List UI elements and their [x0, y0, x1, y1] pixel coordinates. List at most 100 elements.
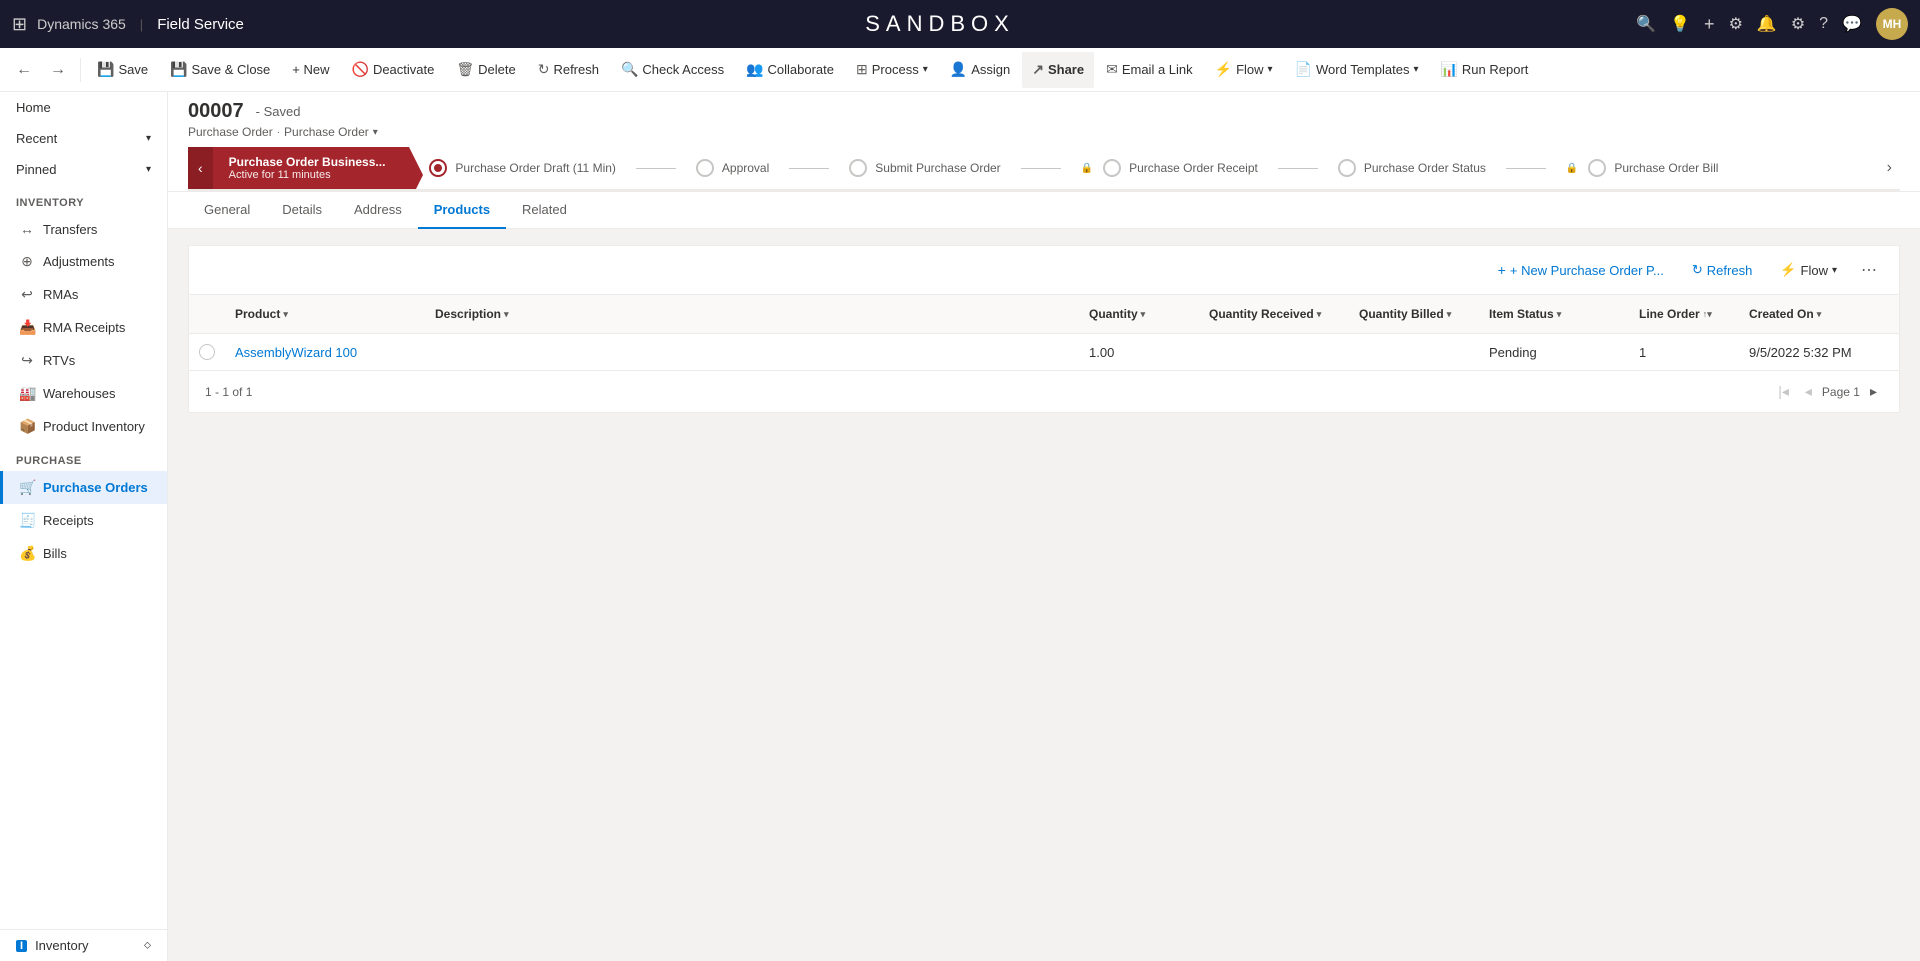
stage-6[interactable]: 🔒 Purchase Order Bill [1546, 151, 1739, 185]
plus-icon[interactable]: + [1704, 14, 1715, 35]
sidebar-item-rmas[interactable]: ↩ RMAs [0, 278, 167, 311]
page-first-button[interactable]: |◂ [1772, 381, 1795, 402]
grid-flow-button[interactable]: ⚡ Flow ▾ [1770, 258, 1847, 282]
deactivate-button[interactable]: 🚫 Deactivate [342, 52, 445, 88]
col-header-qty-received[interactable]: Quantity Received ▾ [1199, 303, 1349, 325]
row-product[interactable]: AssemblyWizard 100 [225, 335, 425, 370]
save-icon: 💾 [97, 61, 114, 78]
help-icon[interactable]: ? [1819, 15, 1828, 33]
col-header-product[interactable]: Product ▾ [225, 303, 425, 325]
sidebar-item-receipts[interactable]: 🧾 Receipts [0, 504, 167, 537]
save-close-button[interactable]: 💾 Save & Close [160, 52, 280, 88]
sandbox-title: SANDBOX [252, 11, 1628, 37]
sidebar-item-purchase-orders[interactable]: 🛒 Purchase Orders [0, 471, 167, 504]
brand-separator: | [140, 17, 143, 32]
sidebar-item-transfers[interactable]: ↔ Transfers [0, 213, 167, 245]
stage-1[interactable]: Purchase Order Draft (11 Min) [409, 151, 636, 185]
back-button[interactable]: ← [8, 57, 40, 83]
sidebar-item-rtvs[interactable]: ↪ RTVs [0, 344, 167, 377]
col-header-quantity[interactable]: Quantity ▾ [1079, 303, 1199, 325]
stage-2[interactable]: Approval [676, 151, 789, 185]
sidebar-item-pinned[interactable]: Pinned ▾ [0, 154, 167, 185]
col-header-qty-billed[interactable]: Quantity Billed ▾ [1349, 303, 1479, 325]
email-link-button[interactable]: ✉ Email a Link [1096, 52, 1203, 88]
row-qty-received [1199, 342, 1349, 362]
stage-5[interactable]: Purchase Order Status [1318, 151, 1506, 185]
col-header-line-order[interactable]: Line Order ↑▾ [1629, 303, 1739, 325]
breadcrumb-item-2[interactable]: Purchase Order [284, 125, 369, 139]
run-report-icon: 📊 [1440, 61, 1457, 78]
tab-related[interactable]: Related [506, 192, 583, 229]
process-button[interactable]: ⊞ Process ▾ [846, 52, 938, 88]
row-checkbox-cell[interactable] [189, 334, 225, 370]
process-toggle-button[interactable]: ‹ [188, 147, 213, 189]
stage-4[interactable]: 🔒 Purchase Order Receipt [1061, 151, 1278, 185]
sidebar-item-warehouses[interactable]: 🏭 Warehouses [0, 377, 167, 410]
filter-icon[interactable]: ⚙ [1729, 14, 1743, 34]
run-report-button[interactable]: 📊 Run Report [1430, 52, 1538, 88]
sidebar-bottom-inventory[interactable]: I Inventory ⬦ [0, 929, 167, 961]
share-icon: ↗ [1032, 61, 1044, 78]
product-inventory-icon: 📦 [19, 418, 35, 435]
tab-details[interactable]: Details [266, 192, 338, 229]
word-templates-button[interactable]: 📄 Word Templates ▾ [1285, 52, 1429, 88]
sidebar-item-product-inventory[interactable]: 📦 Product Inventory [0, 410, 167, 443]
assign-icon: 👤 [950, 61, 967, 78]
new-purchase-order-product-button[interactable]: + + New Purchase Order P... [1488, 258, 1674, 282]
sidebar-item-rma-receipts[interactable]: 📥 RMA Receipts [0, 311, 167, 344]
sidebar: Home Recent ▾ Pinned ▾ Inventory ↔ Trans… [0, 92, 168, 961]
word-templates-icon: 📄 [1295, 61, 1312, 78]
record-title-row: 00007 - Saved [188, 100, 1900, 123]
col-header-item-status[interactable]: Item Status ▾ [1479, 303, 1629, 325]
sub-content: + + New Purchase Order P... ↻ Refresh ⚡ … [168, 229, 1920, 429]
search-icon[interactable]: 🔍 [1636, 14, 1656, 34]
tab-products[interactable]: Products [418, 192, 506, 229]
tab-general[interactable]: General [188, 192, 266, 229]
sidebar-item-recent[interactable]: Recent ▾ [0, 123, 167, 154]
breadcrumb-item-1[interactable]: Purchase Order [188, 125, 273, 139]
bell-icon[interactable]: 🔔 [1757, 14, 1777, 34]
sidebar-item-bills[interactable]: 💰 Bills [0, 537, 167, 570]
grid-flow-chevron-icon: ▾ [1832, 265, 1837, 276]
delete-button[interactable]: 🗑 Delete [446, 52, 525, 88]
waffle-icon[interactable]: ⊞ [12, 14, 27, 35]
receipts-icon: 🧾 [19, 512, 35, 529]
new-button[interactable]: + New [282, 52, 339, 88]
settings-icon[interactable]: ⚙ [1791, 14, 1805, 34]
row-select-checkbox[interactable] [199, 344, 215, 360]
stages-area: Purchase Order Draft (11 Min) Approval S… [409, 147, 1878, 189]
share-button[interactable]: ↗ Share [1022, 52, 1094, 88]
warehouses-icon: 🏭 [19, 385, 35, 402]
page-prev-button[interactable]: ◂ [1799, 381, 1818, 402]
sidebar-item-adjustments[interactable]: ⊕ Adjustments [0, 245, 167, 278]
col-header-created-on[interactable]: Created On ▾ [1739, 303, 1899, 325]
row-created-on: 9/5/2022 5:32 PM [1739, 335, 1899, 370]
assign-button[interactable]: 👤 Assign [940, 52, 1020, 88]
page-next-button[interactable]: ▸ [1864, 381, 1883, 402]
active-stage[interactable]: Purchase Order Business... Active for 11… [213, 147, 410, 189]
col-header-description[interactable]: Description ▾ [425, 303, 1079, 325]
save-button[interactable]: 💾 Save [87, 52, 158, 88]
record-status: - Saved [256, 104, 301, 119]
chat-icon[interactable]: 💬 [1842, 14, 1862, 34]
record-header: 00007 - Saved Purchase Order · Purchase … [168, 92, 1920, 192]
refresh-button[interactable]: ↻ Refresh [528, 52, 609, 88]
user-avatar[interactable]: MH [1876, 8, 1908, 40]
col-sort-description-icon: ▾ [504, 309, 509, 320]
collaborate-button[interactable]: 👥 Collaborate [736, 52, 844, 88]
col-sort-created-on-icon: ▾ [1817, 309, 1822, 320]
breadcrumb-chevron-icon[interactable]: ▾ [373, 127, 378, 138]
lightbulb-icon[interactable]: 💡 [1670, 14, 1690, 34]
app-name: Field Service [157, 16, 244, 33]
stage-3[interactable]: Submit Purchase Order [829, 151, 1020, 185]
check-access-button[interactable]: 🔍 Check Access [611, 52, 734, 88]
grid-refresh-button[interactable]: ↻ Refresh [1682, 258, 1762, 282]
stage-line-3 [1021, 168, 1061, 169]
process-next-button[interactable]: › [1879, 147, 1900, 189]
tab-address[interactable]: Address [338, 192, 418, 229]
grid-more-button[interactable]: ⋯ [1855, 256, 1883, 284]
bills-icon: 💰 [19, 545, 35, 562]
flow-button[interactable]: ⚡ Flow ▾ [1205, 52, 1283, 88]
sidebar-item-home[interactable]: Home [0, 92, 167, 123]
forward-button[interactable]: → [42, 57, 74, 83]
